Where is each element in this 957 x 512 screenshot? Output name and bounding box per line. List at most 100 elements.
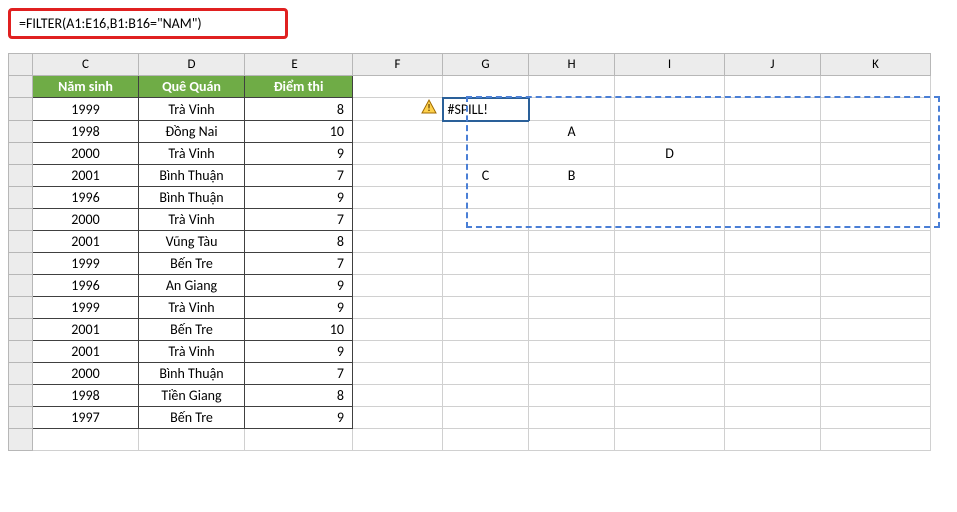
cell[interactable] [821, 187, 931, 209]
cell[interactable] [821, 98, 931, 121]
cell[interactable] [443, 209, 529, 231]
cell[interactable] [725, 275, 821, 297]
cell[interactable] [443, 363, 529, 385]
cell[interactable]: 2000 [33, 209, 139, 231]
cell[interactable] [821, 319, 931, 341]
cell[interactable] [443, 253, 529, 275]
cell[interactable] [529, 275, 615, 297]
row-header[interactable] [9, 98, 33, 121]
cell[interactable]: Bình Thuận [139, 187, 245, 209]
cell[interactable]: 2001 [33, 165, 139, 187]
cell[interactable]: Bến Tre [139, 253, 245, 275]
col-header-k[interactable]: K [821, 54, 931, 76]
cell[interactable]: ! [353, 98, 443, 121]
col-header-h[interactable]: H [529, 54, 615, 76]
cell[interactable] [615, 275, 725, 297]
cell[interactable] [443, 407, 529, 429]
cell[interactable] [615, 429, 725, 451]
cell[interactable] [353, 275, 443, 297]
cell[interactable] [245, 429, 353, 451]
cell[interactable]: Trà Vinh [139, 143, 245, 165]
cell[interactable] [615, 297, 725, 319]
cell[interactable]: Đồng Nai [139, 121, 245, 143]
cell[interactable] [353, 143, 443, 165]
row-header[interactable] [9, 76, 33, 98]
cell[interactable] [725, 429, 821, 451]
row-header[interactable] [9, 143, 33, 165]
cell[interactable] [529, 187, 615, 209]
cell[interactable] [821, 407, 931, 429]
cell[interactable] [353, 121, 443, 143]
cell[interactable] [615, 187, 725, 209]
cell[interactable] [725, 76, 821, 98]
cell[interactable] [821, 231, 931, 253]
cell[interactable]: 2001 [33, 341, 139, 363]
row-header[interactable] [9, 297, 33, 319]
cell[interactable] [725, 341, 821, 363]
cell[interactable]: Trà Vinh [139, 341, 245, 363]
row-header[interactable] [9, 209, 33, 231]
cell[interactable] [443, 231, 529, 253]
cell[interactable] [443, 76, 529, 98]
cell[interactable] [529, 341, 615, 363]
cell[interactable] [821, 363, 931, 385]
table-header-quequan[interactable]: Quê Quán [139, 76, 245, 98]
row-header[interactable] [9, 165, 33, 187]
cell[interactable]: 9 [245, 187, 353, 209]
col-header-j[interactable]: J [725, 54, 821, 76]
row-header[interactable] [9, 341, 33, 363]
cell[interactable] [725, 121, 821, 143]
row-header[interactable] [9, 253, 33, 275]
cell[interactable]: 7 [245, 209, 353, 231]
cell[interactable] [725, 407, 821, 429]
cell[interactable] [529, 429, 615, 451]
cell[interactable]: 2000 [33, 363, 139, 385]
cell[interactable] [443, 187, 529, 209]
cell[interactable]: 1998 [33, 121, 139, 143]
cell[interactable] [821, 121, 931, 143]
cell[interactable] [725, 385, 821, 407]
row-header[interactable] [9, 385, 33, 407]
cell[interactable] [443, 121, 529, 143]
cell[interactable]: 1997 [33, 407, 139, 429]
cell[interactable] [33, 429, 139, 451]
cell[interactable] [821, 253, 931, 275]
cell[interactable]: 1999 [33, 253, 139, 275]
cell[interactable] [529, 231, 615, 253]
cell[interactable] [353, 429, 443, 451]
col-header-f[interactable]: F [353, 54, 443, 76]
spreadsheet-grid[interactable]: C D E F G H I J K Năm sinh Quê Quán Điểm… [8, 53, 931, 451]
cell[interactable]: 1999 [33, 297, 139, 319]
cell[interactable]: 9 [245, 341, 353, 363]
cell[interactable] [821, 385, 931, 407]
row-header[interactable] [9, 275, 33, 297]
cell[interactable] [615, 98, 725, 121]
cell[interactable] [353, 76, 443, 98]
cell[interactable]: 2001 [33, 231, 139, 253]
cell[interactable]: Trà Vinh [139, 297, 245, 319]
cell[interactable] [725, 209, 821, 231]
cell[interactable] [821, 429, 931, 451]
cell[interactable]: Bình Thuận [139, 165, 245, 187]
cell[interactable]: 8 [245, 98, 353, 121]
cell[interactable]: 10 [245, 121, 353, 143]
table-header-namsinh[interactable]: Năm sinh [33, 76, 139, 98]
cell[interactable]: 7 [245, 253, 353, 275]
col-header-e[interactable]: E [245, 54, 353, 76]
cell[interactable] [821, 143, 931, 165]
cell[interactable]: Vũng Tàu [139, 231, 245, 253]
cell[interactable] [443, 319, 529, 341]
formula-bar[interactable]: =FILTER(A1:E16,B1:B16="NAM") [8, 8, 288, 39]
cell[interactable]: D [615, 143, 725, 165]
cell[interactable]: 7 [245, 165, 353, 187]
cell[interactable] [353, 297, 443, 319]
cell[interactable] [353, 209, 443, 231]
cell[interactable] [353, 231, 443, 253]
cell[interactable]: An Giang [139, 275, 245, 297]
cell[interactable]: A [529, 121, 615, 143]
cell[interactable] [725, 143, 821, 165]
cell[interactable]: Bình Thuận [139, 363, 245, 385]
cell[interactable] [353, 341, 443, 363]
cell[interactable] [615, 319, 725, 341]
cell[interactable] [615, 121, 725, 143]
